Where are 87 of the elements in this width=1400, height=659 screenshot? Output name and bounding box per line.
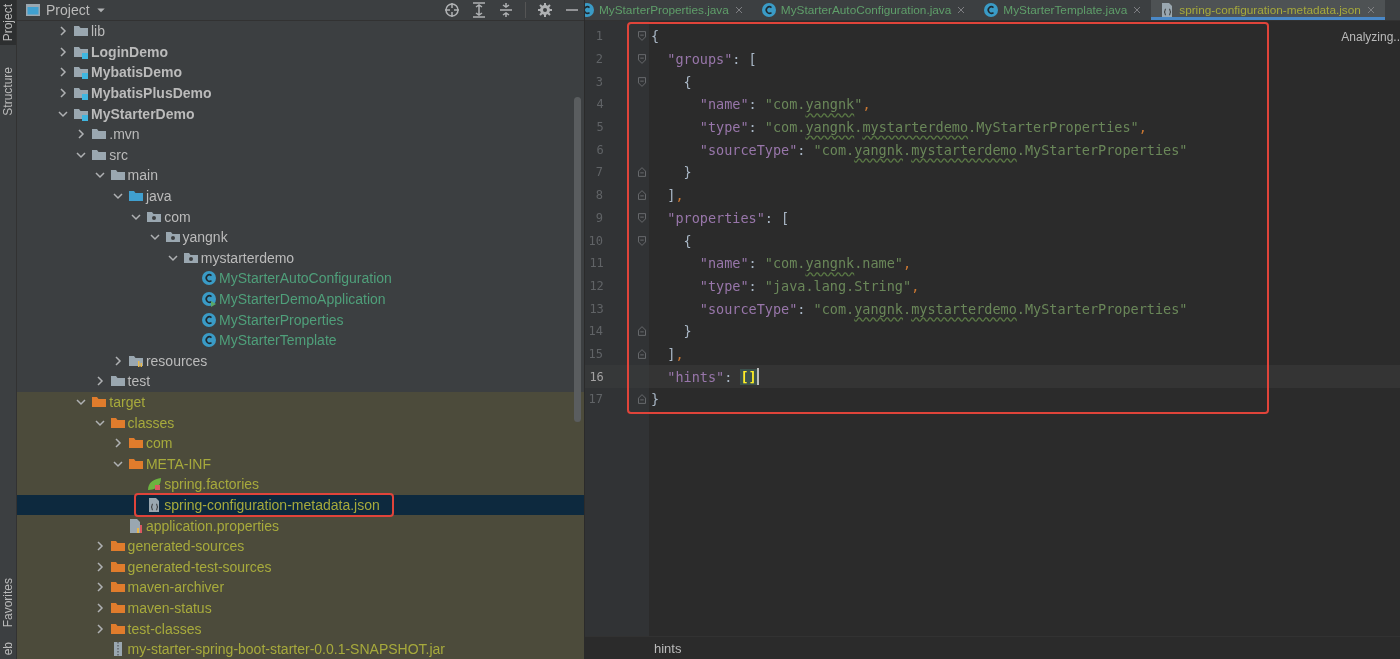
fold-icon[interactable]	[635, 52, 649, 67]
tree-item[interactable]: .mvn	[17, 123, 584, 145]
tree-item[interactable]: MyStarterDemoApplication	[17, 288, 584, 310]
fold-icon[interactable]	[635, 165, 649, 180]
line-number: 16	[588, 369, 604, 384]
tool-window-tab[interactable]: Favorites	[0, 574, 16, 632]
editor-tab[interactable]: MyStarterTemplate.java	[975, 0, 1152, 20]
code-line: "properties": [	[667, 209, 790, 226]
expand-all-icon[interactable]	[471, 2, 487, 18]
tree-item[interactable]: test-classes	[17, 618, 584, 639]
fold-icon[interactable]	[635, 210, 649, 225]
fold-icon[interactable]	[635, 29, 649, 44]
tree-item[interactable]: MyStarterAutoConfiguration	[17, 268, 584, 289]
code-line: }	[683, 323, 692, 340]
tree-item[interactable]: MyStarterProperties	[17, 309, 584, 330]
class-icon	[201, 332, 218, 349]
fold-icon[interactable]	[635, 188, 649, 203]
window-icon	[25, 2, 41, 18]
code-line: ],	[667, 345, 684, 362]
collapse-all-icon[interactable]	[498, 2, 514, 18]
class-icon	[201, 311, 218, 328]
class-icon	[983, 2, 1000, 18]
fold-icon[interactable]	[635, 392, 649, 407]
tree-item[interactable]: MybatisPlusDemo	[17, 82, 584, 104]
tree-item[interactable]: META-INF	[17, 453, 584, 475]
tree-item[interactable]: generated-sources	[17, 535, 584, 557]
tree-item[interactable]: src	[17, 144, 584, 166]
crosshair-icon[interactable]	[444, 2, 460, 18]
code-line: "hints": []	[667, 368, 759, 386]
code-line: {	[683, 232, 692, 249]
code-line: "type": "com.yangnk.mystarterdemo.MyStarterProperties",	[699, 119, 1147, 136]
class-icon	[201, 291, 218, 307]
module-folder-icon	[73, 85, 89, 102]
tree-item[interactable]: maven-status	[17, 597, 584, 619]
tree-item[interactable]: com	[17, 432, 584, 454]
tree-item[interactable]: lib	[17, 21, 584, 42]
tree-item[interactable]: mystarterdemo	[17, 247, 584, 269]
fold-icon[interactable]	[635, 74, 649, 89]
tree-item[interactable]: java	[17, 185, 584, 207]
tree-item[interactable]: yangnk	[17, 226, 584, 248]
leaf-icon	[146, 476, 163, 493]
tree-item[interactable]: resources	[17, 350, 584, 372]
tree-item[interactable]: MyStarterDemo	[17, 103, 584, 124]
settings-icon[interactable]	[537, 2, 553, 18]
status-text: Analyzing..	[1341, 30, 1400, 44]
tree-item[interactable]: generated-test-sources	[17, 556, 584, 578]
folder-icon	[91, 394, 108, 410]
code-line: "name": "com.yangnk.name",	[699, 255, 912, 272]
tree-item[interactable]: spring.factories	[17, 474, 584, 495]
tree-item[interactable]: main	[17, 165, 584, 186]
code-line: {	[651, 28, 660, 45]
properties-file-icon	[127, 517, 144, 534]
tree-item[interactable]: test	[17, 371, 584, 392]
tree-item[interactable]: application.properties	[17, 515, 584, 536]
code-line: ],	[667, 187, 684, 204]
tool-window-tab[interactable]: eb	[0, 637, 16, 659]
tree-item[interactable]: my-starter-spring-boot-starter-0.0.1-SNAPSHOT.jar	[17, 638, 584, 659]
fold-icon[interactable]	[635, 324, 649, 339]
breadcrumb[interactable]: hints	[654, 640, 682, 656]
tool-window-tab[interactable]: Structure	[0, 63, 16, 121]
editor-tab[interactable]: MyStarterAutoConfiguration.java	[752, 0, 976, 20]
tree-item[interactable]: com	[17, 206, 584, 227]
code-line: "type": "java.lang.String",	[699, 277, 920, 294]
module-folder-icon	[73, 64, 89, 81]
fold-icon[interactable]	[635, 346, 649, 361]
code-line: "groups": [	[667, 51, 757, 68]
code-line: }	[683, 164, 692, 181]
fold-icon[interactable]	[635, 233, 649, 248]
code-line: "sourceType": "com.yangnk.mystarterdemo.MyStarterProperties"	[699, 300, 1188, 317]
class-icon	[201, 270, 218, 287]
tree-item[interactable]: maven-archiver	[17, 577, 584, 598]
tool-window-tab[interactable]: Project	[0, 0, 16, 46]
code-line: "name": "com.yangnk",	[699, 96, 871, 113]
code-line: }	[651, 391, 660, 408]
editor-tab[interactable]: spring-configuration-metadata.json	[1151, 0, 1385, 20]
scrollbar-thumb[interactable]	[574, 97, 581, 422]
tree-item[interactable]: MybatisDemo	[17, 62, 584, 83]
editor-tab[interactable]: MyStarterProperties.java	[585, 0, 753, 20]
class-icon	[760, 2, 777, 18]
code-line: {	[683, 73, 692, 90]
panel-title-dropdown[interactable]: Project	[25, 2, 107, 18]
tree-item[interactable]: target	[17, 391, 584, 413]
tree-item[interactable]: MyStarterTemplate	[17, 329, 584, 351]
tree-item[interactable]: LoginDemo	[17, 41, 584, 63]
tree-item[interactable]: spring-configuration-metadata.json	[17, 494, 584, 516]
code-line: "sourceType": "com.yangnk.mystarterdemo.MyStarterProperties"	[699, 141, 1188, 158]
tree-item[interactable]: classes	[17, 412, 584, 433]
